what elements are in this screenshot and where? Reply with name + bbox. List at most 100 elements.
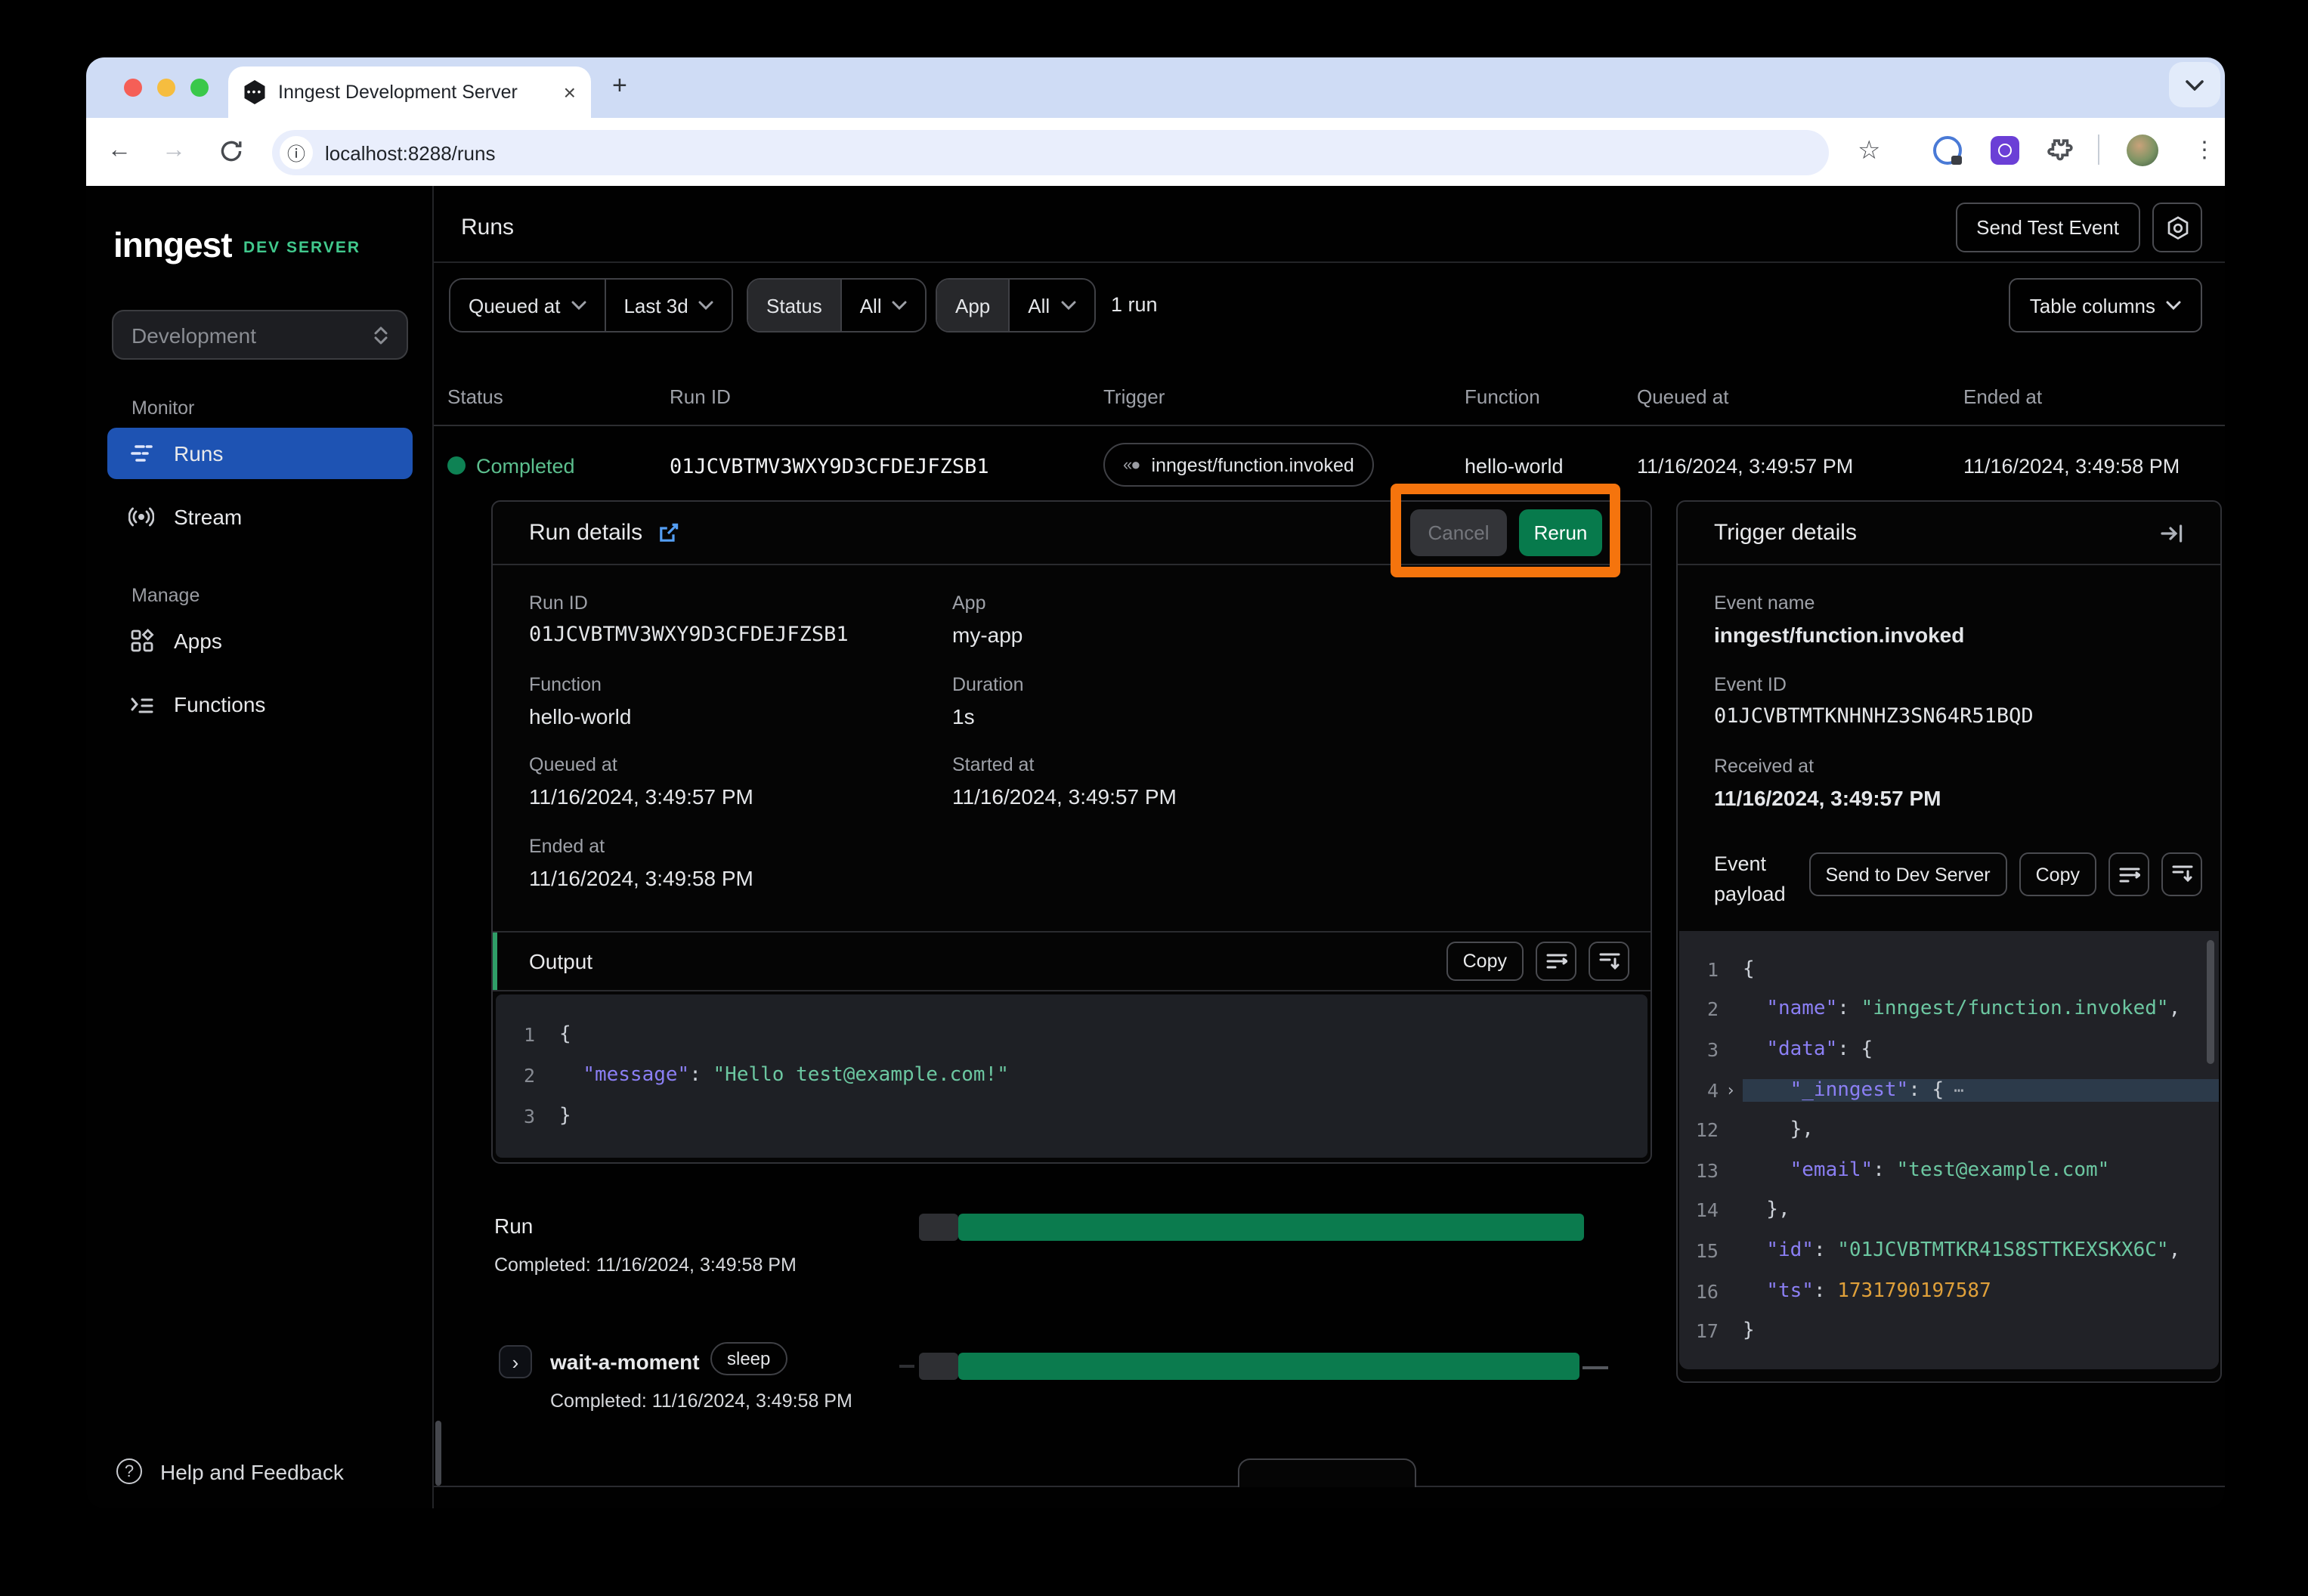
- app-filter-value[interactable]: All: [1008, 280, 1094, 331]
- time-range-label: Last 3d: [623, 294, 688, 317]
- status-filter[interactable]: Status All: [747, 278, 927, 332]
- run-queue-segment: [919, 1214, 958, 1241]
- trigger-details-title: Trigger details: [1714, 520, 2160, 546]
- browser-tab[interactable]: ••• Inngest Development Server ×: [228, 66, 591, 118]
- environment-selector-value: Development: [131, 323, 256, 347]
- output-title: Output: [529, 949, 1434, 973]
- sidebar-item-apps[interactable]: Apps: [107, 615, 413, 667]
- step-bar-right-tick: [1582, 1366, 1608, 1369]
- profile-avatar[interactable]: [2127, 135, 2158, 166]
- browser-window: ••• Inngest Development Server × + ← → ⓘ…: [86, 57, 2225, 1508]
- rerun-label: Rerun: [1534, 521, 1588, 544]
- inngest-favicon-icon: •••: [243, 80, 266, 104]
- run-duration-bar[interactable]: [958, 1214, 1584, 1241]
- browser-menu-kebab-icon[interactable]: ⋮: [2193, 136, 2216, 163]
- send-test-event-button[interactable]: Send Test Event: [1955, 203, 2140, 252]
- help-label: Help and Feedback: [160, 1459, 344, 1483]
- external-link-icon[interactable]: [657, 521, 680, 544]
- table-header-divider: [434, 425, 2225, 426]
- stream-icon: [128, 505, 154, 529]
- main-scrollbar-thumb[interactable]: [435, 1421, 441, 1486]
- environment-selector[interactable]: Development: [112, 310, 408, 360]
- close-tab-icon[interactable]: ×: [564, 82, 576, 103]
- site-info-icon[interactable]: ⓘ: [280, 136, 313, 169]
- step-duration-bar[interactable]: [958, 1353, 1579, 1380]
- sidebar: inngest DEV SERVER Development Monitor R…: [86, 186, 434, 1508]
- lock-icon: [1951, 156, 1962, 165]
- table-columns-label: Table columns: [2030, 294, 2155, 317]
- output-wrap-text-button[interactable]: [1536, 942, 1576, 981]
- output-scroll-bottom-button[interactable]: [1589, 942, 1629, 981]
- monitor-section-label: Monitor: [131, 397, 194, 419]
- functions-icon: [128, 694, 154, 715]
- row-status: Completed: [476, 455, 575, 478]
- zoom-window-button[interactable]: [190, 79, 209, 97]
- time-range-select[interactable]: Last 3d: [604, 280, 732, 331]
- password-extension-icon[interactable]: [1933, 136, 1962, 165]
- minimize-window-button[interactable]: [157, 79, 175, 97]
- status-filter-value[interactable]: All: [840, 280, 926, 331]
- app-filter[interactable]: App All: [936, 278, 1095, 332]
- close-window-button[interactable]: [124, 79, 142, 97]
- new-tab-button[interactable]: +: [612, 71, 627, 101]
- payload-actions: Send to Dev Server Copy: [1796, 852, 2202, 896]
- col-run-id: Run ID: [670, 385, 731, 408]
- rerun-button[interactable]: Rerun: [1519, 509, 1602, 556]
- row-queued-at: 11/16/2024, 3:49:57 PM: [1637, 455, 1853, 478]
- bookmark-star-icon[interactable]: ☆: [1858, 136, 1881, 166]
- output-copy-button[interactable]: Copy: [1446, 942, 1524, 981]
- sidebar-item-runs[interactable]: Runs: [107, 428, 413, 479]
- col-ended-at: Ended at: [1963, 385, 2042, 408]
- cancel-button[interactable]: Cancel: [1410, 509, 1507, 556]
- inngest-app: inngest DEV SERVER Development Monitor R…: [86, 186, 2225, 1508]
- payload-scrollbar-thumb[interactable]: [2207, 940, 2214, 1064]
- settings-button[interactable]: [2152, 203, 2202, 252]
- tab-search-chevron-button[interactable]: [2169, 62, 2220, 107]
- purple-extension-icon[interactable]: [1991, 136, 2019, 165]
- wrap-text-icon: [1545, 952, 1567, 970]
- row-trigger-label: inngest/function.invoked: [1152, 454, 1354, 475]
- back-icon[interactable]: ←: [107, 138, 131, 165]
- payload-code-lines: 1{2 "name": "inngest/function.invoked",3…: [1679, 949, 2219, 1351]
- time-field-select[interactable]: Queued at: [450, 280, 604, 331]
- trigger-details-header: Trigger details: [1678, 502, 2220, 565]
- runs-icon: [128, 443, 154, 464]
- url-text: localhost:8288/runs: [325, 141, 496, 164]
- event-payload-title: Event payload: [1714, 849, 1799, 910]
- help-and-feedback[interactable]: ? Help and Feedback: [107, 1458, 353, 1484]
- chevron-down-icon: [2166, 301, 2181, 310]
- field-run-id: Run ID 01JCVBTMV3WXY9D3CFDEJFZSB1: [529, 592, 849, 647]
- dev-server-badge: DEV SERVER: [243, 239, 360, 257]
- step-expand-button[interactable]: ›: [499, 1345, 532, 1378]
- chevron-right-icon: ›: [512, 1350, 519, 1373]
- send-to-dev-server-button[interactable]: Send to Dev Server: [1808, 852, 2006, 896]
- apps-icon: [128, 629, 154, 653]
- load-more-button-clipped[interactable]: [1238, 1458, 1416, 1487]
- row-trigger-badge[interactable]: «● inngest/function.invoked: [1103, 443, 1374, 487]
- payload-copy-button[interactable]: Copy: [2019, 852, 2096, 896]
- collapse-panel-icon[interactable]: [2160, 522, 2184, 543]
- status-filter-label: Status: [748, 280, 840, 331]
- step-name: wait-a-moment: [550, 1350, 700, 1374]
- output-header: Output Copy: [493, 931, 1651, 991]
- run-count: 1 run: [1111, 293, 1158, 316]
- payload-wrap-text-button[interactable]: [2108, 852, 2149, 896]
- extensions-puzzle-icon[interactable]: [2045, 136, 2074, 165]
- field-started-at: Started at 11/16/2024, 3:49:57 PM: [952, 754, 1177, 809]
- address-bar[interactable]: ⓘ localhost:8288/runs: [272, 130, 1829, 175]
- payload-scroll-bottom-button[interactable]: [2161, 852, 2202, 896]
- forward-icon[interactable]: →: [162, 138, 186, 165]
- field-queued-at: Queued at 11/16/2024, 3:49:57 PM: [529, 754, 753, 809]
- output-accent-bar: [493, 933, 497, 990]
- app-link[interactable]: my-app: [952, 623, 1023, 647]
- reload-icon[interactable]: [219, 139, 243, 163]
- time-filter[interactable]: Queued at Last 3d: [449, 278, 734, 332]
- table-columns-button[interactable]: Table columns: [2009, 278, 2202, 332]
- sidebar-item-stream[interactable]: Stream: [107, 491, 413, 543]
- payload-code: 1{2 "name": "inngest/function.invoked",3…: [1679, 931, 2219, 1369]
- function-link[interactable]: hello-world: [529, 704, 631, 728]
- field-received-at: Received at 11/16/2024, 3:49:57 PM: [1714, 756, 1941, 810]
- row-function: hello-world: [1465, 455, 1564, 478]
- col-status: Status: [447, 385, 503, 408]
- sidebar-item-functions[interactable]: Functions: [107, 679, 413, 730]
